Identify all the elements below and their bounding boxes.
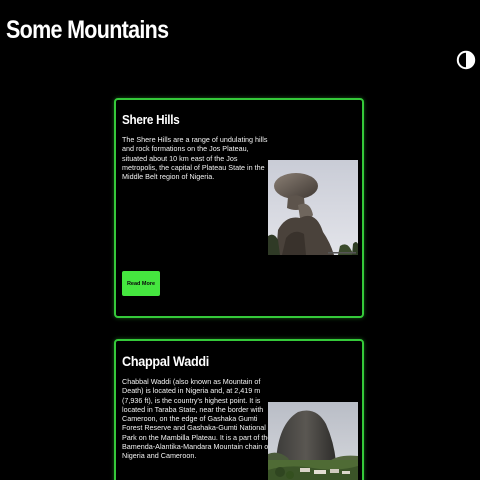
card-description: The Shere Hills are a range of undulatin… [122,135,268,182]
balancing-rock-image [268,160,358,255]
read-more-button[interactable]: Read More [122,271,160,296]
half-circle-contrast-icon [456,50,476,70]
theme-toggle-button[interactable] [456,50,476,70]
mountain-card-chappal-waddi: Chappal Waddi Chabbal Waddi (also known … [114,339,364,480]
page: Some Mountains Shere Hills The Shere Hil… [0,0,480,480]
card-description: Chabbal Waddi (also known as Mountain of… [122,377,272,461]
mountain-card-shere-hills: Shere Hills The Shere Hills are a range … [114,98,364,318]
dome-mountain-image [268,402,358,480]
card-title: Shere Hills [122,112,180,127]
page-title: Some Mountains [6,16,169,44]
card-title: Chappal Waddi [122,353,210,369]
